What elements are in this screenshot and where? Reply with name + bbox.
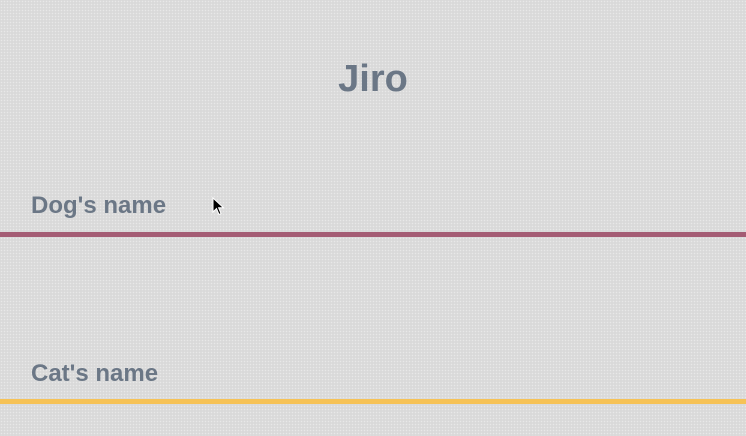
cat-name-input[interactable] [0, 360, 746, 400]
page-title: Jiro [338, 58, 408, 101]
mouse-pointer-icon [212, 197, 225, 216]
dog-name-underline [0, 232, 746, 237]
dog-name-input[interactable] [0, 192, 746, 232]
cat-name-underline [0, 399, 746, 404]
